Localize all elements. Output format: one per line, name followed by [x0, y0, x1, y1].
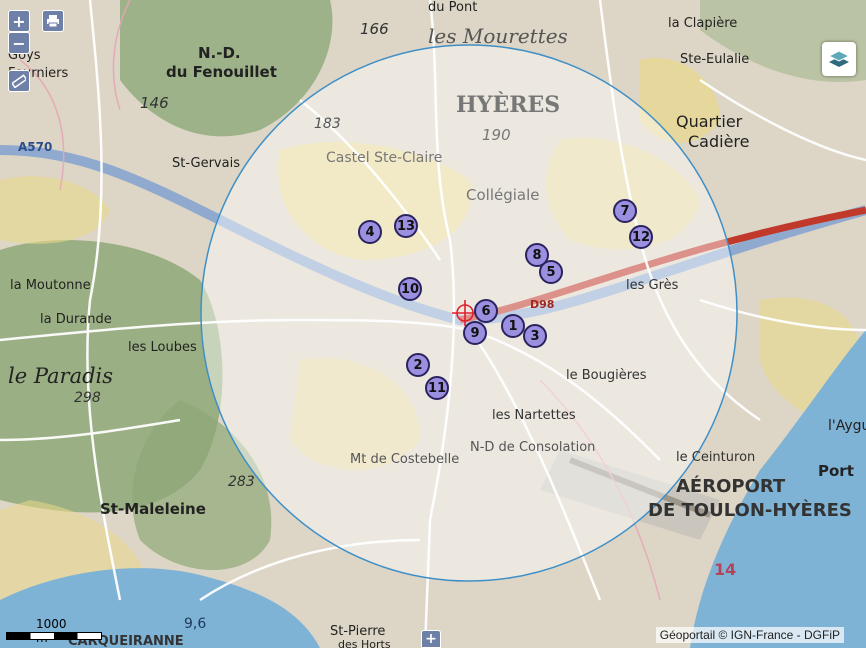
marker-3[interactable]: 3 — [523, 324, 547, 348]
marker-6[interactable]: 6 — [474, 299, 498, 323]
marker-4[interactable]: 4 — [358, 220, 382, 244]
zoom-out-button[interactable]: − — [8, 32, 30, 54]
marker-9[interactable]: 9 — [463, 321, 487, 345]
marker-12[interactable]: 12 — [629, 225, 653, 249]
scale-bar-graphic — [6, 632, 102, 640]
marker-11[interactable]: 11 — [425, 376, 449, 400]
measure-button[interactable] — [8, 70, 30, 92]
marker-7[interactable]: 7 — [613, 199, 637, 223]
scale-label: 1000 m — [36, 617, 67, 645]
map-terrain — [0, 0, 866, 648]
marker-10[interactable]: 10 — [398, 277, 422, 301]
layers-button[interactable] — [822, 42, 856, 76]
expand-panel-button[interactable]: + — [421, 630, 441, 648]
print-button[interactable] — [42, 10, 64, 32]
marker-1[interactable]: 1 — [501, 314, 525, 338]
zoom-in-button[interactable]: + — [8, 10, 30, 32]
marker-8[interactable]: 8 — [525, 243, 549, 267]
ruler-icon — [12, 74, 26, 88]
marker-2[interactable]: 2 — [406, 353, 430, 377]
map-view[interactable]: HYÈRES les Mourettes N.-D. du Fenouillet… — [0, 0, 866, 648]
attribution: Géoportail © IGN-France - DGFiP — [655, 627, 844, 643]
layers-icon — [827, 50, 851, 67]
printer-icon — [47, 15, 59, 28]
marker-13[interactable]: 13 — [394, 214, 418, 238]
